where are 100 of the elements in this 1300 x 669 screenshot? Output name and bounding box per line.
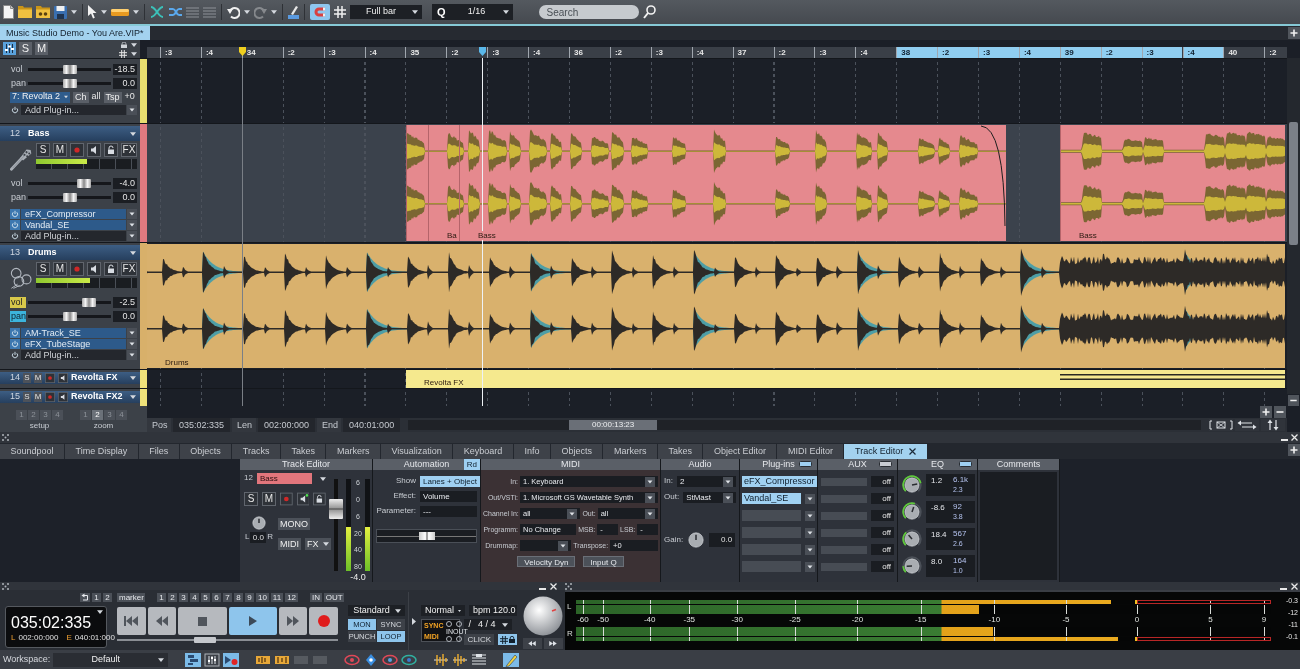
track-name[interactable]: Bass — [28, 128, 122, 139]
mono-button[interactable]: MONO — [278, 518, 310, 530]
in-button[interactable]: IN — [310, 593, 322, 602]
panel-tab[interactable]: Markers — [326, 444, 380, 459]
volume-slider[interactable] — [28, 297, 111, 307]
gain-knob[interactable] — [686, 530, 707, 550]
power-icon[interactable] — [10, 327, 20, 338]
marker-number-button[interactable]: 9 — [244, 593, 254, 602]
caret-icon[interactable] — [127, 219, 137, 230]
eq-knob[interactable] — [902, 529, 922, 549]
caret-icon[interactable] — [127, 208, 137, 219]
power-icon[interactable] — [10, 104, 20, 115]
toggle-icon[interactable] — [799, 461, 812, 467]
vertical-scrollbar[interactable] — [1287, 58, 1300, 394]
marker-number-button[interactable]: 7 — [222, 593, 232, 602]
pointer-icon[interactable] — [88, 5, 97, 19]
caret-icon[interactable] — [127, 349, 137, 360]
caret-icon[interactable] — [127, 327, 137, 338]
send-slider[interactable] — [821, 511, 867, 520]
time-signature-dropdown[interactable]: / 4 / 4 — [464, 619, 513, 630]
panel-tab[interactable]: Soundpool — [0, 444, 65, 459]
plugin-slot[interactable]: eFX_TubeStage — [21, 338, 126, 349]
locator-icon[interactable] — [238, 47, 246, 56]
caret-icon[interactable] — [723, 476, 733, 487]
marker-button[interactable]: marker — [117, 593, 145, 602]
pen-icon[interactable] — [288, 5, 299, 19]
crossing-arrows-icon[interactable] — [150, 6, 164, 18]
track-name-field[interactable]: Bass — [256, 473, 312, 484]
caret-icon[interactable] — [558, 540, 569, 551]
bar-icon[interactable] — [111, 8, 129, 16]
play-button[interactable] — [228, 607, 277, 635]
panel-tab[interactable]: Takes — [280, 444, 326, 459]
lock-icon[interactable] — [104, 143, 118, 157]
midi-button[interactable]: MIDI — [278, 538, 301, 550]
marker-number-button[interactable]: 1 — [156, 593, 166, 602]
snap-button[interactable] — [310, 4, 330, 20]
fast-forward-icon[interactable] — [287, 616, 300, 626]
quantize-dropdown[interactable]: 1/16 — [450, 4, 513, 20]
caret-icon[interactable] — [158, 657, 165, 662]
loop-range[interactable] — [978, 47, 1019, 58]
grip-icon[interactable] — [565, 582, 572, 590]
caret-icon[interactable] — [127, 338, 137, 349]
caret-icon[interactable] — [97, 610, 103, 614]
faders-icon[interactable] — [204, 652, 221, 667]
marker-number-button[interactable]: 2 — [167, 593, 177, 602]
panel-tab[interactable]: Object Editor — [703, 444, 777, 459]
show-button[interactable]: Lanes + Object — [420, 476, 481, 487]
caret-icon[interactable] — [101, 10, 107, 14]
slider-thumb[interactable] — [62, 78, 77, 88]
search-field[interactable]: Search — [538, 5, 639, 19]
lock-icon[interactable] — [104, 262, 118, 276]
panel-tab[interactable]: Keyboard — [453, 444, 513, 459]
plugin-slot[interactable]: Add Plug-in... — [21, 104, 126, 115]
grip-icon[interactable] — [2, 582, 9, 590]
track-name[interactable]: Drums — [28, 247, 122, 258]
caret-icon[interactable] — [395, 608, 401, 613]
marker-number-button[interactable]: 12 — [285, 593, 299, 602]
solo-button[interactable]: S — [23, 373, 31, 383]
play-mode-dropdown[interactable]: Normal — [421, 605, 465, 616]
caret-icon[interactable] — [805, 493, 815, 504]
fx-button[interactable]: FX — [121, 262, 137, 276]
stop-icon[interactable] — [197, 616, 207, 626]
send-slider[interactable] — [821, 494, 867, 503]
select-field[interactable] — [520, 540, 572, 551]
fx-button[interactable]: FX — [305, 538, 331, 550]
caret-icon[interactable] — [130, 250, 136, 255]
speaker-icon[interactable] — [58, 373, 68, 383]
caret-icon[interactable] — [645, 476, 655, 487]
magnet-icon[interactable] — [314, 7, 326, 17]
plus-icon[interactable] — [1288, 27, 1300, 39]
scrollbar-thumb[interactable] — [1289, 122, 1298, 245]
power-icon[interactable] — [10, 338, 20, 349]
caret-icon[interactable] — [567, 508, 578, 519]
eq-knob[interactable] — [902, 475, 922, 495]
midi-option-button[interactable]: Input Q — [583, 556, 624, 567]
grid-icon[interactable] — [500, 635, 508, 644]
skip-start-icon[interactable] — [124, 616, 139, 626]
eq-knob[interactable] — [902, 556, 922, 576]
folder-icon[interactable] — [36, 6, 50, 18]
search-icon[interactable] — [642, 5, 656, 19]
transpose-button[interactable]: Tsp — [103, 91, 122, 103]
caret-icon[interactable] — [645, 508, 655, 519]
mute-button[interactable]: M — [34, 392, 42, 402]
caret-icon[interactable] — [244, 10, 250, 14]
pan-slider[interactable] — [28, 311, 111, 321]
loop-range[interactable] — [937, 47, 978, 58]
eye-icon[interactable] — [382, 652, 399, 667]
panel-tab[interactable]: MIDI Editor — [777, 444, 844, 459]
loop-range[interactable] — [1100, 47, 1142, 58]
caret-icon[interactable] — [502, 622, 509, 627]
rewind-icon[interactable] — [155, 616, 168, 626]
caret-icon[interactable] — [71, 10, 77, 14]
plugin-slot[interactable]: Add Plug-in... — [21, 349, 126, 360]
fast-forward-button[interactable] — [278, 607, 308, 635]
fast-forward-button[interactable] — [543, 638, 563, 649]
solo-button[interactable]: S — [36, 143, 50, 157]
split-arrows-icon[interactable] — [168, 6, 182, 18]
waveform-icon[interactable] — [433, 652, 450, 667]
loop-range[interactable] — [1141, 47, 1183, 58]
faders-icon[interactable] — [3, 42, 16, 55]
